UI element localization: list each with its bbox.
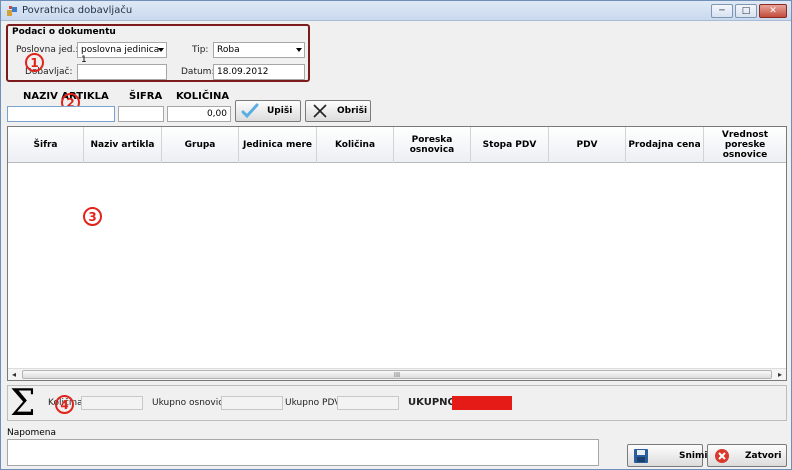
marker-4: 4 [55, 395, 74, 414]
snimi-label: Snimi [679, 450, 708, 461]
summary-bar: Σ Količina: Ukupno osnovica: Ukupno PDV:… [7, 383, 787, 424]
delete-x-icon [311, 103, 329, 119]
summary-kolicina-field [81, 396, 143, 410]
marker-3: 3 [83, 207, 102, 226]
poslovna-value: poslovna jedinica 1 [81, 45, 160, 65]
kolicina-input[interactable]: 0,00 [167, 106, 231, 122]
sifra-input[interactable] [118, 106, 164, 122]
ukupno-pdv-field [337, 396, 399, 410]
upisi-label: Upiši [267, 106, 293, 116]
chevron-down-icon [296, 48, 302, 52]
napomena-label: Napomena [7, 428, 56, 438]
column-header[interactable]: Jedinica mere [239, 127, 317, 163]
title-bar[interactable]: Povratnica dobavljaču ─ □ ✕ [1, 1, 791, 21]
column-header[interactable]: Naziv artikla [84, 127, 162, 163]
maximize-button[interactable]: □ [735, 4, 757, 18]
tip-label: Tip: [192, 45, 209, 55]
kolicina-label: KOLIČINA [176, 91, 230, 102]
dobavljac-input[interactable] [77, 64, 167, 80]
document-info-group: Podaci o dokumentu Poslovna jed.: poslov… [6, 24, 310, 82]
scroll-right-icon[interactable]: ▸ [774, 369, 786, 380]
zatvori-button[interactable]: Zatvori [707, 444, 787, 467]
checkmark-icon [241, 103, 259, 119]
poslovna-jedinica-select[interactable]: poslovna jedinica 1 [77, 42, 167, 65]
poslovna-label: Poslovna jed.: [16, 45, 79, 55]
ukupno-osnovica-field [221, 396, 283, 410]
column-header[interactable]: PDV [549, 127, 626, 163]
ukupno-total-box [452, 396, 512, 410]
column-header[interactable]: Šifra [8, 127, 84, 163]
zatvori-label: Zatvori [745, 450, 782, 461]
obrisi-button[interactable]: Obriši [305, 100, 371, 122]
ukupno-osnovica-label: Ukupno osnovica: [152, 398, 232, 408]
column-header[interactable]: Poreska osnovica [394, 127, 471, 163]
horizontal-scrollbar[interactable]: ◂ III ▸ [8, 368, 786, 380]
scroll-left-icon[interactable]: ◂ [8, 369, 20, 380]
column-header[interactable]: Stopa PDV [471, 127, 549, 163]
close-circle-icon [713, 448, 731, 464]
sigma-icon: Σ [10, 383, 36, 424]
minimize-button[interactable]: ─ [711, 4, 733, 18]
close-button[interactable]: ✕ [759, 4, 787, 18]
sifra-label: ŠIFRA [129, 91, 163, 102]
group-title: Podaci o dokumentu [12, 27, 116, 37]
upisi-button[interactable]: Upiši [235, 100, 301, 122]
window-title: Povratnica dobavljaču [22, 5, 133, 16]
datum-label: Datum: [181, 67, 215, 77]
ukupno-pdv-label: Ukupno PDV: [285, 398, 343, 408]
snimi-button[interactable]: Snimi [627, 444, 707, 467]
tip-value: Roba [217, 45, 240, 55]
obrisi-label: Obriši [337, 106, 368, 116]
save-icon [633, 448, 649, 464]
scroll-thumb[interactable]: III [22, 370, 772, 379]
grid-header: Šifra Naziv artikla Grupa Jedinica mere … [8, 127, 786, 163]
naziv-artikla-input[interactable] [7, 106, 115, 122]
column-header[interactable]: Grupa [162, 127, 239, 163]
napomena-input[interactable] [7, 439, 599, 466]
datum-input[interactable]: 18.09.2012 [213, 64, 305, 80]
chevron-down-icon [158, 48, 164, 52]
column-header[interactable]: Vrednost poreske osnovice [704, 127, 786, 163]
column-header[interactable]: Količina [317, 127, 394, 163]
main-window: Povratnica dobavljaču ─ □ ✕ Podaci o dok… [0, 0, 792, 470]
items-grid[interactable]: Šifra Naziv artikla Grupa Jedinica mere … [7, 126, 787, 381]
app-icon [7, 6, 17, 16]
marker-1: 1 [25, 53, 44, 72]
column-header[interactable]: Prodajna cena [626, 127, 704, 163]
tip-select[interactable]: Roba [213, 42, 305, 58]
